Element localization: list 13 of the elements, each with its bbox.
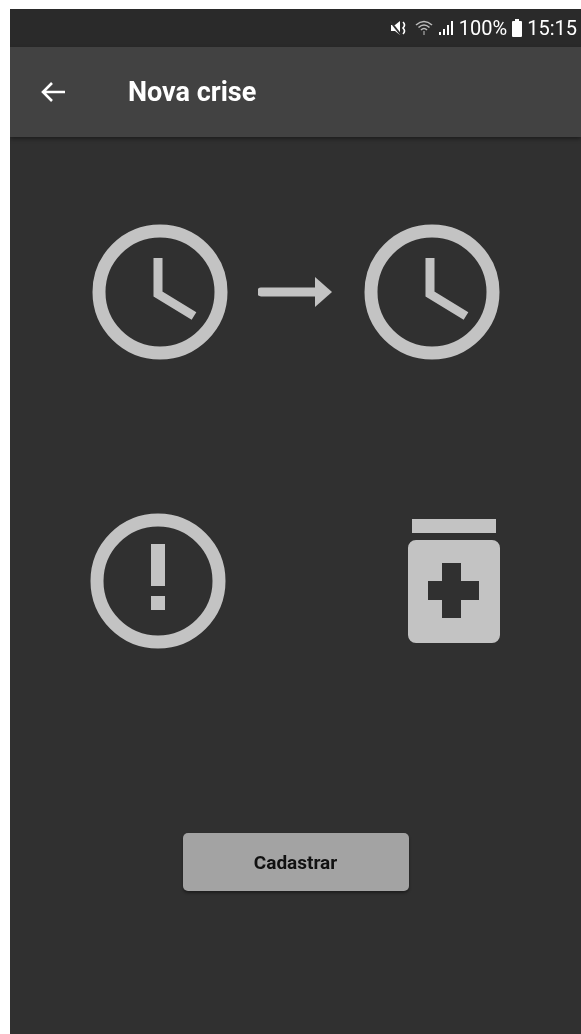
back-arrow-icon[interactable] [40, 81, 66, 103]
medicine-jar-icon[interactable] [405, 519, 502, 643]
battery-percent: 100% [458, 16, 508, 40]
clock-icon[interactable] [363, 224, 500, 360]
screen-title: Nova crise [128, 76, 257, 108]
status-time: 15:15 [527, 16, 577, 40]
wifi-icon [414, 20, 433, 36]
clock-icon[interactable] [91, 224, 228, 360]
alert-icon[interactable] [89, 513, 226, 649]
signal-icon [437, 20, 454, 36]
register-button[interactable]: Cadastrar [182, 833, 409, 891]
right-arrow-icon [257, 276, 334, 308]
battery-icon [512, 19, 523, 37]
